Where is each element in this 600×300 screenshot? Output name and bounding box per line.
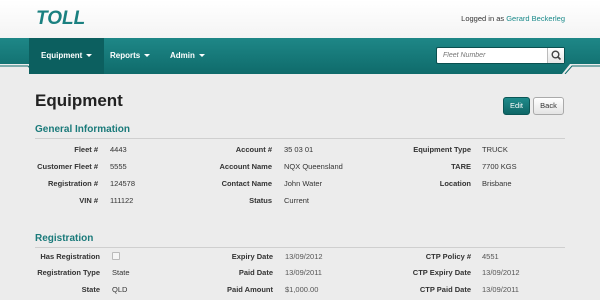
equipment-type-label: Equipment Type xyxy=(413,145,471,154)
caret-down-icon xyxy=(198,54,205,58)
nav-reports[interactable]: Reports xyxy=(98,38,162,74)
registration-number-value: 124578 xyxy=(110,179,136,188)
account-name-value: NQX Queensland xyxy=(284,162,343,171)
tare-value: 7700 KGS xyxy=(482,162,517,171)
location-value: Brisbane xyxy=(482,179,512,188)
tare-label: TARE xyxy=(451,162,471,171)
fleet-number-label: Fleet # xyxy=(74,145,98,154)
registration-type-value: State xyxy=(112,268,130,277)
section-divider xyxy=(35,247,565,248)
nav-admin[interactable]: Admin xyxy=(158,38,217,74)
paid-date-value: 13/09/2011 xyxy=(285,268,322,277)
nav-wing-right xyxy=(562,64,600,74)
search-button[interactable] xyxy=(547,48,564,63)
state-label: State xyxy=(81,285,100,294)
account-number-value: 35 03 01 xyxy=(284,145,314,154)
equipment-type-value: TRUCK xyxy=(482,145,508,154)
user-name-link[interactable]: Gerard Beckerleg xyxy=(506,14,565,23)
expiry-date-label: Expiry Date xyxy=(231,252,273,261)
paid-date-label: Paid Date xyxy=(238,268,273,277)
paid-amount-label: Paid Amount xyxy=(227,285,273,294)
registration-heading: Registration xyxy=(35,233,94,244)
paid-amount-value: $1,000.00 xyxy=(285,285,319,294)
search-box xyxy=(436,47,565,64)
has-registration-label: Has Registration xyxy=(40,252,100,261)
expiry-date-value: 13/09/2012 xyxy=(285,252,323,261)
nav-reports-label: Reports xyxy=(110,51,141,60)
account-name-label: Account Name xyxy=(219,162,272,171)
edit-button[interactable]: Edit xyxy=(503,97,530,115)
customer-fleet-label: Customer Fleet # xyxy=(37,162,98,171)
vin-value: 111122 xyxy=(110,196,134,205)
contact-name-value: John Water xyxy=(284,179,323,188)
fleet-number-value: 4443 xyxy=(110,145,127,154)
account-number-label: Account # xyxy=(235,145,272,154)
logged-in-text: Logged in as Gerard Beckerleg xyxy=(461,14,565,23)
ctp-paid-date-value: 13/09/2011 xyxy=(482,285,519,294)
page-title: Equipment xyxy=(35,91,123,110)
registration-type-label: Registration Type xyxy=(37,268,100,277)
ctp-expiry-date-label: CTP Expiry Date xyxy=(412,268,471,277)
has-registration-checkbox[interactable] xyxy=(112,252,120,260)
caret-down-icon xyxy=(86,54,93,58)
toll-logo: TOLL xyxy=(36,8,85,28)
contact-name-label: Contact Name xyxy=(221,179,272,188)
fleet-number-search-input[interactable] xyxy=(437,48,547,63)
nav-equipment-label: Equipment xyxy=(41,51,83,60)
state-value: QLD xyxy=(112,285,128,294)
ctp-policy-value: 4551 xyxy=(482,252,499,261)
vin-label: VIN # xyxy=(79,196,98,205)
logged-in-prefix: Logged in as xyxy=(461,14,505,23)
caret-down-icon xyxy=(144,54,151,58)
back-button[interactable]: Back xyxy=(533,97,564,115)
status-value: Current xyxy=(284,196,310,205)
section-divider xyxy=(35,138,565,139)
nav-admin-label: Admin xyxy=(170,51,195,60)
registration-number-label: Registration # xyxy=(47,179,98,188)
nav-equipment[interactable]: Equipment xyxy=(29,38,105,74)
search-icon xyxy=(551,50,562,61)
status-label: Status xyxy=(249,196,272,205)
customer-fleet-value: 5555 xyxy=(110,162,127,171)
ctp-expiry-date-value: 13/09/2012 xyxy=(482,268,520,277)
ctp-paid-date-label: CTP Paid Date xyxy=(419,285,471,294)
ctp-policy-label: CTP Policy # xyxy=(425,252,471,261)
general-information-heading: General Information xyxy=(35,124,131,135)
svg-text:TOLL: TOLL xyxy=(36,8,85,28)
location-label: Location xyxy=(439,179,471,188)
